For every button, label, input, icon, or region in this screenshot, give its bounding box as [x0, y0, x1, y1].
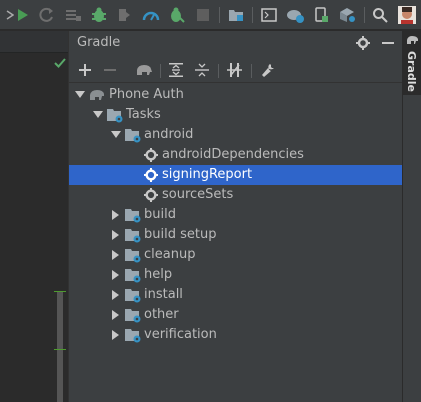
chevron-right-icon[interactable] [111, 290, 121, 300]
device-manager-icon[interactable] [311, 5, 331, 25]
tree-label: install [144, 287, 183, 302]
gear-icon [144, 148, 158, 162]
tool-window-stripe: Gradle [402, 31, 421, 402]
folder-gear-icon [125, 129, 141, 143]
tree-row[interactable]: sourceSets [69, 185, 402, 205]
tree-row[interactable]: signingReport [69, 165, 402, 185]
tree-label: build setup [144, 227, 217, 242]
editor-scrollbar[interactable] [57, 291, 63, 402]
panel-header: Gradle [69, 31, 402, 55]
sync-icon[interactable] [285, 5, 305, 25]
gradle-stripe-tab[interactable]: Gradle [403, 31, 421, 95]
gradle-elephant-icon [407, 36, 418, 44]
tree-label: signingReport [162, 167, 253, 182]
tree-row[interactable]: cleanup [69, 245, 402, 265]
chevron-down-icon[interactable] [111, 130, 121, 140]
profiler-icon[interactable] [141, 5, 161, 25]
search-icon[interactable] [370, 5, 390, 25]
tree-label: verification [144, 327, 217, 342]
collapse-all-icon[interactable] [192, 60, 212, 80]
debug-icon[interactable] [89, 5, 109, 25]
tree-label: sourceSets [162, 187, 234, 202]
tree-row[interactable]: help [69, 265, 402, 285]
folder-gear-icon [125, 209, 141, 223]
tree-row[interactable]: Tasks [69, 105, 402, 125]
tree-row[interactable]: verification [69, 325, 402, 345]
chevron-down-icon[interactable] [75, 90, 85, 100]
project-structure-icon[interactable] [226, 5, 246, 25]
tree-row[interactable]: install [69, 285, 402, 305]
tree-label: other [144, 307, 179, 322]
tree-row[interactable]: android [69, 125, 402, 145]
chevron-right-icon[interactable] [111, 330, 121, 340]
coverage-icon[interactable] [114, 5, 134, 25]
chevron-down-icon[interactable] [93, 110, 103, 120]
editor-area [0, 31, 68, 402]
chevron-right-icon[interactable] [111, 310, 121, 320]
gradle-elephant-icon [90, 90, 104, 100]
tree-row[interactable]: Phone Auth [69, 85, 402, 105]
expand-all-icon[interactable] [166, 60, 186, 80]
tree-label: android [144, 127, 194, 142]
gear-icon[interactable] [354, 34, 372, 52]
tree-row[interactable]: other [69, 305, 402, 325]
folder-gear-icon [125, 329, 141, 343]
toggle-offline-icon[interactable] [225, 60, 245, 80]
folder-gear-icon [125, 289, 141, 303]
gear-icon [144, 168, 158, 182]
change-marker [54, 291, 66, 292]
add-icon[interactable] [75, 60, 95, 80]
stop-icon[interactable] [193, 5, 213, 25]
chevron-right-icon[interactable] [111, 210, 121, 220]
tree-label: Phone Auth [109, 87, 184, 102]
tree-row[interactable]: build setup [69, 225, 402, 245]
tree-label: help [144, 267, 173, 282]
folder-gear-icon [125, 269, 141, 283]
gear-icon [144, 188, 158, 202]
rerun-icon[interactable] [37, 5, 57, 25]
chevron-right-icon[interactable] [111, 270, 121, 280]
main-toolbar [0, 0, 421, 30]
remove-icon[interactable] [100, 60, 120, 80]
change-marker [54, 349, 66, 350]
tree-label: Tasks [126, 107, 161, 122]
attach-debugger-icon[interactable] [167, 5, 187, 25]
folder-gear-icon [125, 309, 141, 323]
sdk-manager-icon[interactable] [337, 5, 357, 25]
checkmark-icon [54, 58, 66, 68]
tree-label: cleanup [144, 247, 196, 262]
run-icon[interactable] [13, 5, 33, 25]
tree-label: androidDependencies [162, 147, 304, 162]
minimize-icon[interactable] [379, 34, 397, 52]
panel-title: Gradle [77, 35, 121, 50]
panel-toolbar [69, 57, 402, 83]
gradle-panel: Gradle Phone Auth Tasks android androidD… [68, 31, 402, 402]
chevron-right-icon[interactable] [111, 250, 121, 260]
tree-row[interactable]: androidDependencies [69, 145, 402, 165]
tree-label: build [144, 207, 176, 222]
folder-gear-icon [125, 249, 141, 263]
elephant-icon[interactable] [134, 60, 154, 80]
editor-tab-row [0, 31, 68, 53]
stop-list-icon[interactable] [63, 5, 83, 25]
folder-gear-icon [125, 229, 141, 243]
terminal-icon[interactable] [259, 5, 279, 25]
folder-gear-icon [107, 109, 123, 123]
chevron-right-icon[interactable] [111, 230, 121, 240]
tree-row[interactable]: build [69, 205, 402, 225]
wrench-icon[interactable] [258, 60, 278, 80]
user-avatar[interactable] [397, 5, 417, 25]
stripe-label: Gradle [405, 51, 418, 92]
